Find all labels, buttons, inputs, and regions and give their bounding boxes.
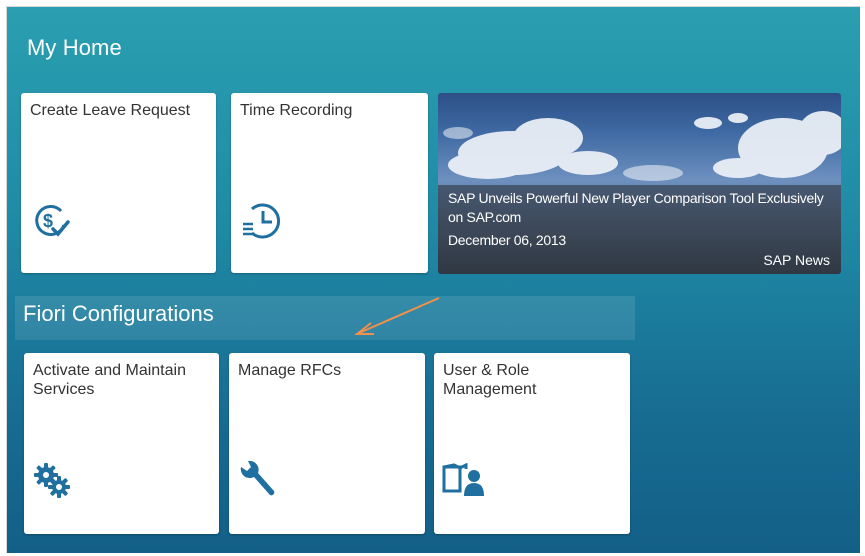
tile-title: Manage RFCs [238, 362, 342, 379]
tile-title: Activate and Maintain Services [33, 362, 186, 398]
tile-create-leave-request[interactable]: Create Leave Request $ [21, 93, 216, 273]
tile-title: Create Leave Request [30, 102, 191, 119]
tile-title: Time Recording [240, 102, 353, 119]
launchpad-home: My Home Create Leave Request $ Time Reco… [6, 6, 860, 553]
tile-time-recording[interactable]: Time Recording [231, 93, 428, 273]
wrench-icon [237, 459, 279, 506]
tile-title: User & Role Management [443, 362, 537, 398]
book-user-icon [442, 462, 486, 504]
clock-list-icon [239, 200, 283, 245]
dollar-check-icon: $ [31, 201, 71, 246]
tile-manage-rfcs[interactable]: Manage RFCs [229, 353, 425, 534]
group-title: Fiori Configurations [23, 301, 214, 326]
news-headline: SAP Unveils Powerful New Player Comparis… [448, 190, 824, 225]
page-title: My Home [27, 35, 122, 60]
tile-sap-news[interactable]: SAP Unveils Powerful New Player Comparis… [438, 93, 841, 274]
svg-text:$: $ [43, 211, 53, 231]
news-date: December 06, 2013 [448, 232, 566, 248]
news-source: SAP News [763, 252, 830, 268]
gear-icon [32, 461, 74, 506]
tile-user-role-management[interactable]: User & Role Management [434, 353, 630, 534]
tile-activate-maintain-services[interactable]: Activate and Maintain Services [24, 353, 219, 534]
annotation-arrow [354, 297, 440, 335]
